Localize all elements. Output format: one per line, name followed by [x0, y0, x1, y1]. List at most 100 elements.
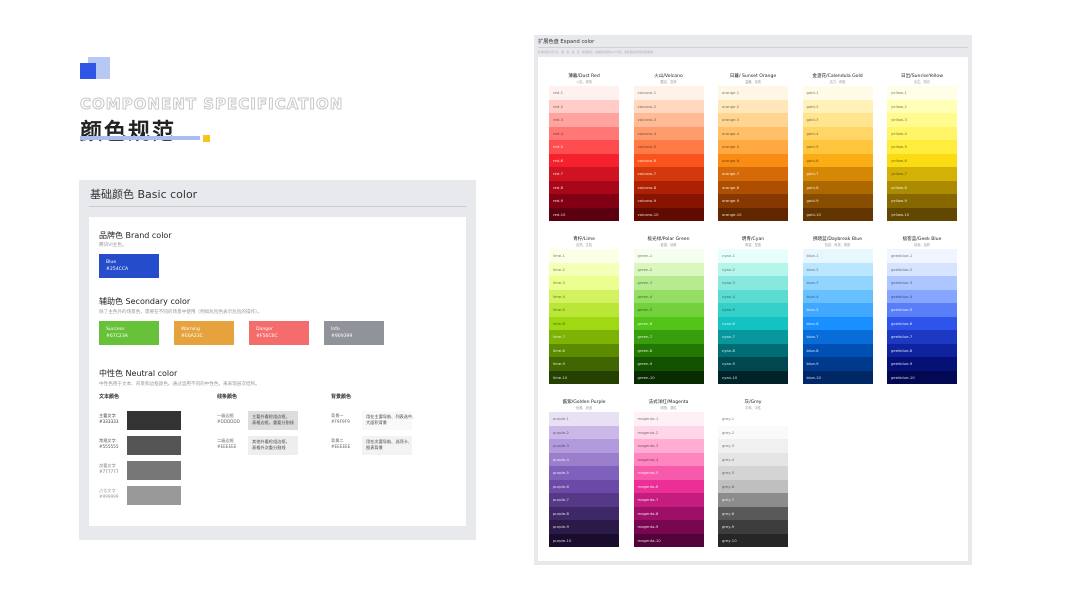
color-swatch-volcano-4[interactable]: volcano-4	[633, 126, 704, 140]
color-swatch-geekblue-3[interactable]: geekblue-3	[887, 276, 957, 290]
color-swatch-lime-7[interactable]: lime-7	[549, 330, 619, 344]
color-swatch-gold-2[interactable]: gold-2	[802, 99, 873, 113]
border-color-swatch[interactable]: 主要外看检组边框， 表格边框，重要分割线	[248, 411, 298, 430]
color-swatch-volcano-2[interactable]: volcano-2	[633, 99, 704, 113]
color-swatch-grey-2[interactable]: grey-2	[718, 425, 788, 439]
color-swatch-orange-1[interactable]: orange-1	[718, 86, 788, 100]
color-swatch-grey-8[interactable]: grey-8	[718, 506, 788, 520]
color-swatch-purple-4[interactable]: purple-4	[549, 452, 619, 466]
color-swatch-gold-10[interactable]: gold-10	[802, 207, 873, 221]
color-swatch-cyan-3[interactable]: cyan-3	[718, 276, 788, 290]
color-swatch-lime-3[interactable]: lime-3	[549, 276, 619, 290]
color-swatch-yellow-8[interactable]: yellow-8	[887, 180, 957, 194]
color-swatch-blue-6[interactable]: blue-6	[802, 316, 873, 330]
color-swatch-volcano-8[interactable]: volcano-8	[633, 180, 704, 194]
color-swatch-volcano-1[interactable]: volcano-1	[633, 86, 704, 100]
color-swatch-magenta-7[interactable]: magenta-7	[633, 493, 704, 507]
color-swatch-magenta-4[interactable]: magenta-4	[633, 452, 704, 466]
color-swatch-gold-6[interactable]: gold-6	[802, 153, 873, 167]
text-color-swatch[interactable]	[127, 486, 181, 505]
text-color-swatch[interactable]	[127, 461, 181, 480]
color-swatch-yellow-4[interactable]: yellow-4	[887, 126, 957, 140]
color-swatch-grey-3[interactable]: grey-3	[718, 439, 788, 453]
color-swatch-red-10[interactable]: red-10	[549, 207, 619, 221]
color-swatch-orange-9[interactable]: orange-9	[718, 194, 788, 208]
color-swatch-orange-6[interactable]: orange-6	[718, 153, 788, 167]
color-swatch-orange-8[interactable]: orange-8	[718, 180, 788, 194]
color-swatch-purple-6[interactable]: purple-6	[549, 479, 619, 493]
color-swatch-purple-8[interactable]: purple-8	[549, 506, 619, 520]
color-swatch-magenta-6[interactable]: magenta-6	[633, 479, 704, 493]
secondary-swatch-warning[interactable]: Warning #E6A23C	[174, 321, 234, 345]
color-swatch-green-9[interactable]: green-9	[633, 357, 704, 371]
color-swatch-cyan-7[interactable]: cyan-7	[718, 330, 788, 344]
color-swatch-grey-1[interactable]: grey-1	[718, 412, 788, 426]
color-swatch-purple-10[interactable]: purple-10	[549, 533, 619, 547]
brand-swatch[interactable]: Blue #254CCA	[99, 254, 159, 278]
color-swatch-cyan-10[interactable]: cyan-10	[718, 370, 788, 384]
text-color-swatch[interactable]	[127, 436, 181, 455]
color-swatch-volcano-7[interactable]: volcano-7	[633, 167, 704, 181]
color-swatch-red-8[interactable]: red-8	[549, 180, 619, 194]
color-swatch-purple-1[interactable]: purple-1	[549, 412, 619, 426]
color-swatch-gold-7[interactable]: gold-7	[802, 167, 873, 181]
color-swatch-magenta-9[interactable]: magenta-9	[633, 520, 704, 534]
color-swatch-yellow-3[interactable]: yellow-3	[887, 113, 957, 127]
color-swatch-purple-5[interactable]: purple-5	[549, 466, 619, 480]
color-swatch-purple-7[interactable]: purple-7	[549, 493, 619, 507]
color-swatch-blue-7[interactable]: blue-7	[802, 330, 873, 344]
color-swatch-green-10[interactable]: green-10	[633, 370, 704, 384]
color-swatch-grey-4[interactable]: grey-4	[718, 452, 788, 466]
secondary-swatch-danger[interactable]: Danger #F56C6C	[249, 321, 309, 345]
color-swatch-red-9[interactable]: red-9	[549, 194, 619, 208]
color-swatch-geekblue-5[interactable]: geekblue-5	[887, 303, 957, 317]
color-swatch-red-7[interactable]: red-7	[549, 167, 619, 181]
color-swatch-magenta-1[interactable]: magenta-1	[633, 412, 704, 426]
color-swatch-red-1[interactable]: red-1	[549, 86, 619, 100]
color-swatch-blue-10[interactable]: blue-10	[802, 370, 873, 384]
color-swatch-red-6[interactable]: red-6	[549, 153, 619, 167]
color-swatch-yellow-9[interactable]: yellow-9	[887, 194, 957, 208]
color-swatch-gold-3[interactable]: gold-3	[802, 113, 873, 127]
color-swatch-orange-2[interactable]: orange-2	[718, 99, 788, 113]
color-swatch-green-7[interactable]: green-7	[633, 330, 704, 344]
color-swatch-green-2[interactable]: green-2	[633, 262, 704, 276]
color-swatch-cyan-1[interactable]: cyan-1	[718, 249, 788, 263]
color-swatch-grey-5[interactable]: grey-5	[718, 466, 788, 480]
color-swatch-cyan-5[interactable]: cyan-5	[718, 303, 788, 317]
color-swatch-grey-7[interactable]: grey-7	[718, 493, 788, 507]
color-swatch-lime-10[interactable]: lime-10	[549, 370, 619, 384]
color-swatch-lime-5[interactable]: lime-5	[549, 303, 619, 317]
color-swatch-lime-4[interactable]: lime-4	[549, 289, 619, 303]
color-swatch-gold-8[interactable]: gold-8	[802, 180, 873, 194]
color-swatch-cyan-2[interactable]: cyan-2	[718, 262, 788, 276]
color-swatch-green-8[interactable]: green-8	[633, 343, 704, 357]
color-swatch-green-1[interactable]: green-1	[633, 249, 704, 263]
color-swatch-blue-3[interactable]: blue-3	[802, 276, 873, 290]
bg-color-swatch[interactable]: 用在主要导航、列表选中、 大面积背景	[362, 411, 416, 430]
color-swatch-yellow-1[interactable]: yellow-1	[887, 86, 957, 100]
color-swatch-lime-2[interactable]: lime-2	[549, 262, 619, 276]
color-swatch-magenta-10[interactable]: magenta-10	[633, 533, 704, 547]
color-swatch-volcano-10[interactable]: volcano-10	[633, 207, 704, 221]
color-swatch-purple-9[interactable]: purple-9	[549, 520, 619, 534]
color-swatch-orange-4[interactable]: orange-4	[718, 126, 788, 140]
color-swatch-yellow-6[interactable]: yellow-6	[887, 153, 957, 167]
color-swatch-orange-10[interactable]: orange-10	[718, 207, 788, 221]
color-swatch-cyan-4[interactable]: cyan-4	[718, 289, 788, 303]
color-swatch-yellow-5[interactable]: yellow-5	[887, 140, 957, 154]
color-swatch-volcano-6[interactable]: volcano-6	[633, 153, 704, 167]
color-swatch-cyan-8[interactable]: cyan-8	[718, 343, 788, 357]
color-swatch-grey-10[interactable]: grey-10	[718, 533, 788, 547]
secondary-swatch-success[interactable]: Success #67C23A	[99, 321, 159, 345]
color-swatch-red-2[interactable]: red-2	[549, 99, 619, 113]
color-swatch-blue-5[interactable]: blue-5	[802, 303, 873, 317]
color-swatch-blue-1[interactable]: blue-1	[802, 249, 873, 263]
color-swatch-gold-9[interactable]: gold-9	[802, 194, 873, 208]
color-swatch-geekblue-2[interactable]: geekblue-2	[887, 262, 957, 276]
color-swatch-grey-9[interactable]: grey-9	[718, 520, 788, 534]
color-swatch-orange-3[interactable]: orange-3	[718, 113, 788, 127]
color-swatch-geekblue-9[interactable]: geekblue-9	[887, 357, 957, 371]
color-swatch-blue-9[interactable]: blue-9	[802, 357, 873, 371]
color-swatch-grey-6[interactable]: grey-6	[718, 479, 788, 493]
